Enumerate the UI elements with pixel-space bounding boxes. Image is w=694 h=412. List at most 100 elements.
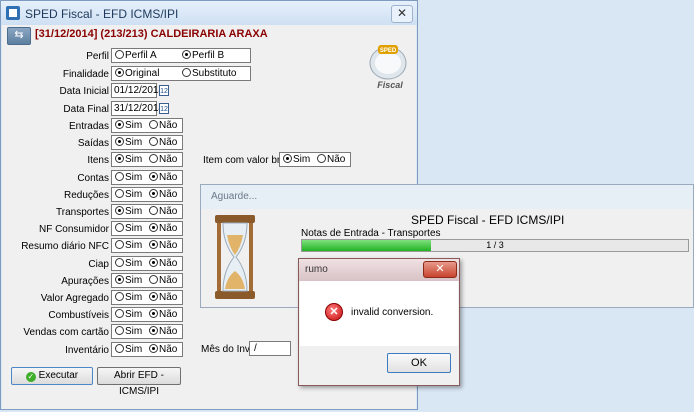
entradas-sim-radio[interactable] (115, 120, 124, 129)
entradas-sim-option[interactable]: Sim (115, 120, 142, 131)
sped-fiscal-logo: SPED Fiscal (369, 45, 407, 90)
nf-consumidor-nao-radio[interactable] (149, 223, 158, 232)
ciap-nao-option[interactable]: Não (149, 258, 177, 269)
contas-sim-radio[interactable] (115, 172, 124, 181)
combustiveis-nao-radio[interactable] (149, 309, 158, 318)
abrir-efd-button[interactable]: Abrir EFD - ICMS/IPI (97, 367, 181, 397)
data-final-input[interactable]: 31/12/2014 (111, 101, 164, 116)
original-radio[interactable] (115, 68, 124, 77)
substituto-radio[interactable] (182, 68, 191, 77)
itens-nao-radio[interactable] (149, 154, 158, 163)
vendas-com-cartao-nao-option[interactable]: Não (149, 326, 177, 337)
saidas-sim-radio[interactable] (115, 137, 124, 146)
resumo-diario-nfc-sim-option[interactable]: Sim (115, 240, 142, 251)
valor-agregado-sim-radio[interactable] (115, 292, 124, 301)
calendar-icon[interactable]: 12 (159, 85, 169, 96)
data-final-label: Data Final (63, 104, 109, 115)
company-header: [31/12/2014] (213/213) CALDEIRARIA ARAXA (35, 28, 268, 40)
finalidade-group: Original Substituto (111, 66, 251, 81)
nf-consumidor-sim-option[interactable]: Sim (115, 223, 142, 234)
item-valor-bruto-nao-option[interactable]: Não (317, 154, 345, 165)
combustiveis-sim-radio[interactable] (115, 309, 124, 318)
reducoes-group: Sim Não (111, 187, 183, 202)
inventario-label: Inventário (65, 345, 109, 356)
vendas-com-cartao-nao-radio[interactable] (149, 326, 158, 335)
valor-agregado-sim-option[interactable]: Sim (115, 292, 142, 303)
itens-sim-radio[interactable] (115, 154, 124, 163)
perfil-a-radio[interactable] (115, 50, 124, 59)
ok-button[interactable]: OK (387, 353, 451, 373)
transportes-sim-radio[interactable] (115, 206, 124, 215)
itens-nao-option[interactable]: Não (149, 154, 177, 165)
reducoes-nao-option[interactable]: Não (149, 189, 177, 200)
close-button[interactable]: ✕ (391, 5, 413, 23)
logo-text: Fiscal (377, 80, 403, 90)
apuracoes-nao-option[interactable]: Não (149, 275, 177, 286)
itens-group: Sim Não (111, 152, 183, 167)
original-option[interactable]: Original (115, 68, 159, 79)
resumo-diario-nfc-group: Sim Não (111, 238, 183, 253)
data-inicial-input[interactable]: 01/12/2014 (111, 83, 164, 98)
executar-button[interactable]: ✓ Executar (11, 367, 93, 385)
resumo-diario-nfc-nao-option[interactable]: Não (149, 240, 177, 251)
inventario-nao-option[interactable]: Não (149, 344, 177, 355)
item-valor-bruto-sim-option[interactable]: Sim (283, 154, 310, 165)
combustiveis-nao-option[interactable]: Não (149, 309, 177, 320)
contas-sim-option[interactable]: Sim (115, 172, 142, 183)
transportes-sim-option[interactable]: Sim (115, 206, 142, 217)
error-title-bar: rumo ✕ (299, 259, 459, 281)
saidas-group: Sim Não (111, 135, 183, 150)
ciap-sim-option[interactable]: Sim (115, 258, 142, 269)
error-dialog: rumo ✕ ✕ invalid conversion. OK (298, 258, 460, 386)
transportes-nao-radio[interactable] (149, 206, 158, 215)
reducoes-nao-radio[interactable] (149, 189, 158, 198)
vendas-com-cartao-sim-radio[interactable] (115, 326, 124, 335)
valor-agregado-nao-option[interactable]: Não (149, 292, 177, 303)
combustiveis-sim-option[interactable]: Sim (115, 309, 142, 320)
item-valor-bruto-nao-radio[interactable] (317, 154, 326, 163)
ciap-sim-radio[interactable] (115, 258, 124, 267)
item-valor-bruto-sim-radio[interactable] (283, 154, 292, 163)
app-icon (6, 6, 20, 20)
vendas-com-cartao-label: Vendas com cartão (23, 327, 109, 338)
inventario-nao-radio[interactable] (149, 344, 158, 353)
saidas-nao-radio[interactable] (149, 137, 158, 146)
saidas-sim-option[interactable]: Sim (115, 137, 142, 148)
apuracoes-sim-radio[interactable] (115, 275, 124, 284)
entradas-nao-option[interactable]: Não (149, 120, 177, 131)
transportes-nao-option[interactable]: Não (149, 206, 177, 217)
apuracoes-nao-radio[interactable] (149, 275, 158, 284)
resumo-diario-nfc-sim-radio[interactable] (115, 240, 124, 249)
reducoes-sim-radio[interactable] (115, 189, 124, 198)
saidas-nao-option[interactable]: Não (149, 137, 177, 148)
apuracoes-sim-option[interactable]: Sim (115, 275, 142, 286)
perfil-b-option[interactable]: Perfil B (182, 50, 224, 61)
vendas-com-cartao-sim-option[interactable]: Sim (115, 326, 142, 337)
error-close-button[interactable]: ✕ (423, 261, 457, 278)
inventario-sim-option[interactable]: Sim (115, 344, 142, 355)
perfil-a-option[interactable]: Perfil A (115, 50, 157, 61)
progress-text: 1 / 3 (486, 240, 504, 250)
nf-consumidor-sim-radio[interactable] (115, 223, 124, 232)
hourglass-icon (215, 215, 255, 299)
contas-nao-radio[interactable] (149, 172, 158, 181)
itens-sim-option[interactable]: Sim (115, 154, 142, 165)
perfil-b-radio[interactable] (182, 50, 191, 59)
swap-company-button[interactable]: ⇆ (7, 27, 31, 45)
valor-agregado-nao-radio[interactable] (149, 292, 158, 301)
reducoes-sim-option[interactable]: Sim (115, 189, 142, 200)
ciap-nao-radio[interactable] (149, 258, 158, 267)
entradas-nao-radio[interactable] (149, 120, 158, 129)
substituto-option[interactable]: Substituto (182, 68, 236, 79)
calendar-icon[interactable]: 12 (159, 103, 169, 114)
contas-nao-option[interactable]: Não (149, 172, 177, 183)
progress-subheading: Notas de Entrada - Transportes (301, 228, 441, 239)
check-icon: ✓ (25, 372, 36, 382)
resumo-diario-nfc-nao-radio[interactable] (149, 240, 158, 249)
progress-heading: SPED Fiscal - EFD ICMS/IPI (411, 213, 565, 227)
mes-inv-input[interactable]: / (249, 341, 291, 356)
inventario-sim-radio[interactable] (115, 344, 124, 353)
nf-consumidor-nao-option[interactable]: Não (149, 223, 177, 234)
inventario-group: Sim Não (111, 342, 183, 357)
progress-title-bar: Aguarde... (201, 185, 693, 209)
